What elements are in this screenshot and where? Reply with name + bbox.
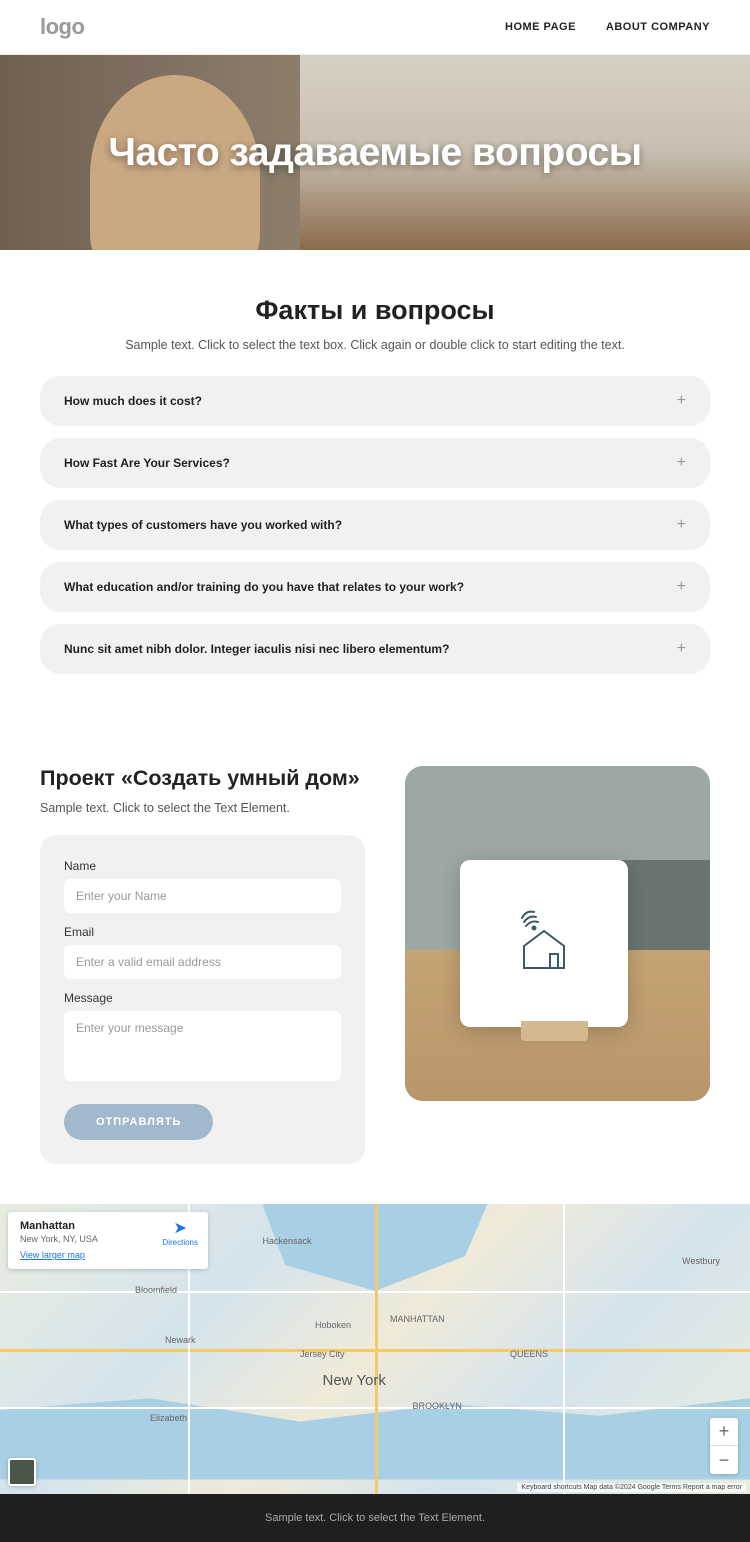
plus-icon: + (677, 392, 686, 410)
faq-item[interactable]: Nunc sit amet nibh dolor. Integer iaculi… (40, 624, 710, 674)
contact-image-wrap (405, 766, 710, 1101)
faq-heading: Факты и вопросы (40, 295, 710, 326)
map-zoom-control: + − (710, 1418, 738, 1474)
map-label: Newark (165, 1335, 196, 1345)
faq-item[interactable]: How Fast Are Your Services? + (40, 438, 710, 488)
map-label: Bloomfield (135, 1285, 177, 1295)
hero-banner: Часто задаваемые вопросы (0, 55, 750, 250)
main-nav: HOME PAGE ABOUT COMPANY (505, 21, 710, 33)
map-view-larger[interactable]: View larger map (20, 1250, 85, 1260)
site-logo[interactable]: logo (40, 14, 84, 40)
faq-item[interactable]: What education and/or training do you ha… (40, 562, 710, 612)
map-label: BROOKLYN (413, 1401, 462, 1411)
smart-home-icon (514, 906, 574, 981)
zoom-out-button[interactable]: − (710, 1446, 738, 1474)
faq-section: Факты и вопросы Sample text. Click to se… (0, 250, 750, 736)
submit-button[interactable]: ОТПРАВЛЯТЬ (64, 1104, 213, 1140)
email-label: Email (64, 925, 341, 939)
faq-question: What types of customers have you worked … (64, 518, 342, 532)
map-label: MANHATTAN (390, 1314, 445, 1324)
nav-home[interactable]: HOME PAGE (505, 21, 576, 33)
directions-icon: ➤ (162, 1218, 198, 1238)
contact-section: Проект «Создать умный дом» Sample text. … (0, 736, 750, 1204)
map-layer-toggle[interactable] (8, 1458, 36, 1486)
faq-question: How much does it cost? (64, 394, 202, 408)
faq-item[interactable]: What types of customers have you worked … (40, 500, 710, 550)
faq-list: How much does it cost? + How Fast Are Yo… (40, 376, 710, 674)
map-directions[interactable]: ➤ Directions (162, 1218, 198, 1247)
plus-icon: + (677, 578, 686, 596)
map-attribution: Keyboard shortcuts Map data ©2024 Google… (517, 1483, 746, 1492)
nav-about[interactable]: ABOUT COMPANY (606, 21, 710, 33)
map-info-card: Manhattan New York, NY, USA View larger … (8, 1212, 208, 1269)
contact-left: Проект «Создать умный дом» Sample text. … (40, 766, 365, 1164)
map-city-label: New York (323, 1372, 386, 1389)
faq-subtext: Sample text. Click to select the text bo… (40, 338, 710, 352)
hero-title: Часто задаваемые вопросы (108, 131, 641, 175)
plus-icon: + (677, 516, 686, 534)
contact-heading: Проект «Создать умный дом» (40, 766, 365, 791)
footer-text: Sample text. Click to select the Text El… (265, 1512, 485, 1524)
contact-form: Name Email Message ОТПРАВЛЯТЬ (40, 835, 365, 1164)
map-section[interactable]: Paterson Clifton Hackensack Bloomfield N… (0, 1204, 750, 1494)
plus-icon: + (677, 640, 686, 658)
map-label: QUEENS (510, 1349, 548, 1359)
smart-home-image (405, 766, 710, 1101)
email-input[interactable] (64, 945, 341, 979)
faq-question: How Fast Are Your Services? (64, 456, 230, 470)
map-label: Hackensack (263, 1236, 312, 1246)
name-input[interactable] (64, 879, 341, 913)
message-input[interactable] (64, 1011, 341, 1081)
tablet-device (460, 860, 628, 1028)
message-label: Message (64, 991, 341, 1005)
faq-question: What education and/or training do you ha… (64, 580, 464, 594)
plus-icon: + (677, 454, 686, 472)
contact-subtext: Sample text. Click to select the Text El… (40, 801, 365, 815)
zoom-in-button[interactable]: + (710, 1418, 738, 1446)
map-label: Westbury (682, 1256, 720, 1266)
site-header: logo HOME PAGE ABOUT COMPANY (0, 0, 750, 55)
map-label: Hoboken (315, 1320, 351, 1330)
map-label: Elizabeth (150, 1413, 187, 1423)
name-label: Name (64, 859, 341, 873)
map-label: Jersey City (300, 1349, 345, 1359)
site-footer: Sample text. Click to select the Text El… (0, 1494, 750, 1542)
faq-item[interactable]: How much does it cost? + (40, 376, 710, 426)
faq-question: Nunc sit amet nibh dolor. Integer iaculi… (64, 642, 449, 656)
